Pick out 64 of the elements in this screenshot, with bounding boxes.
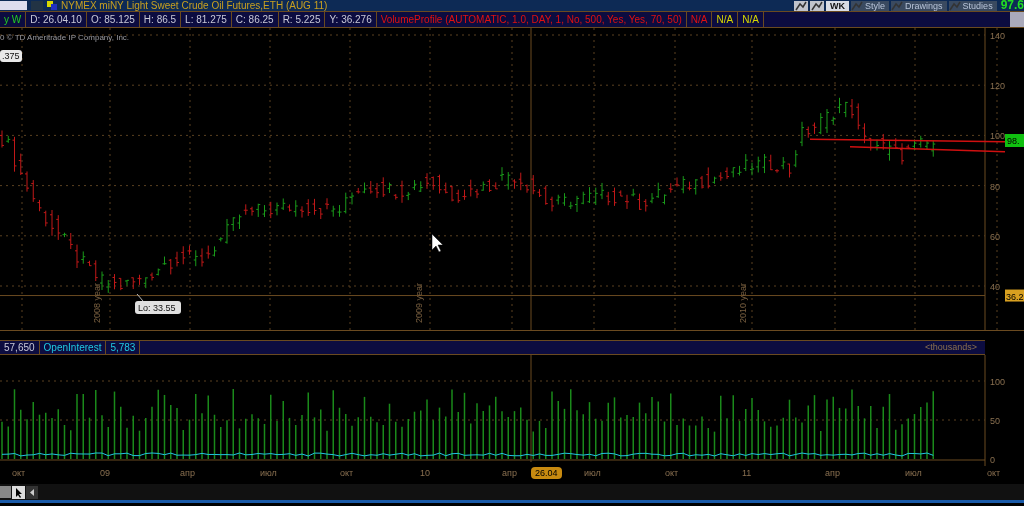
tool-icon [795,0,808,11]
date-label: окт [987,467,1001,479]
low-label: Lo: 33.55 [135,301,181,314]
toolbar-button[interactable]: Studies [948,0,997,11]
info-field: N/A [712,12,739,27]
axis-tick-label: 50 [990,416,1000,426]
tool-icon [811,0,824,11]
info-field: R: 5.225 [278,12,326,27]
tool-icon [891,0,904,11]
symbol-field[interactable] [0,1,27,10]
study-field: 57,650 [0,341,40,354]
cursor-icon [431,233,444,253]
axis-tick-label: 100 [990,377,1006,387]
date-label: 10 [420,467,430,479]
info-field: Y: 36.276 [325,12,377,27]
date-label: апр [180,467,195,479]
tool-icon [851,0,864,11]
date-label: 26.04 [531,467,562,479]
info-field: C: 86.25 [231,12,279,27]
info-field: H: 86.5 [139,12,182,27]
date-label: окт [12,467,26,479]
last-price-badge: 98. [1005,134,1024,147]
scroll-left-icon[interactable] [26,485,38,499]
date-label: окт [340,467,354,479]
toolbar-icon-button[interactable] [794,0,809,11]
date-label: июл [260,467,277,479]
date-label: июл [905,467,922,479]
axis-tick-label: 0 [990,455,995,465]
study-field: 5,783 [106,341,141,354]
study-field: OpenInterest [39,341,107,354]
toolbar-button[interactable]: WK [826,0,850,11]
cursor-icon[interactable] [12,485,25,499]
year-label: 2010 year [738,282,748,323]
copyright-text: 0 © TD Ameritrade IP Company, Inc. [0,33,130,42]
axis-tick-label: 80 [990,181,1000,192]
toolbar-button[interactable]: Drawings [891,0,947,11]
date-label: 09 [100,467,110,479]
window-title: NYMEX miNY Light Sweet Crude Oil Futures,ETH (AUG 11) [61,0,328,11]
info-field: L: 81.275 [181,12,232,27]
level-badge: 36.2 [1005,289,1024,302]
info-field: O: 85.125 [86,12,140,27]
year-label: 2008 year [92,282,102,323]
toolbar-button[interactable]: Style [851,0,890,11]
date-label: июл [584,467,601,479]
last-price: 97.6 [1000,0,1024,11]
info-field: N/A [738,12,764,27]
date-label: апр [825,467,840,479]
price-badge: .375 [0,50,22,62]
units-label: <thousands> [923,341,978,354]
date-label: окт [665,467,679,479]
axis-tick-label: 140 [990,31,1006,41]
year-label: 2009 year [414,282,424,323]
info-field: D: 26.04.10 [26,12,87,27]
toolbar-icon-button[interactable] [810,0,825,11]
info-field: N/A [686,12,713,27]
axis-tick-label: 100 [990,131,1006,142]
info-field: VolumeProfile (AUTOMATIC, 1.0, DAY, 1, No, 500, Yes, Yes, 70, 50) [376,12,687,27]
date-label: 11 [742,467,752,479]
axis-tick-label: 40 [990,282,1000,292]
axis-tick-label: 60 [990,231,1000,242]
axis-tick-label: 120 [990,81,1006,92]
info-field: y W [0,12,27,27]
tool-icon [948,0,961,11]
date-label: апр [502,467,517,479]
